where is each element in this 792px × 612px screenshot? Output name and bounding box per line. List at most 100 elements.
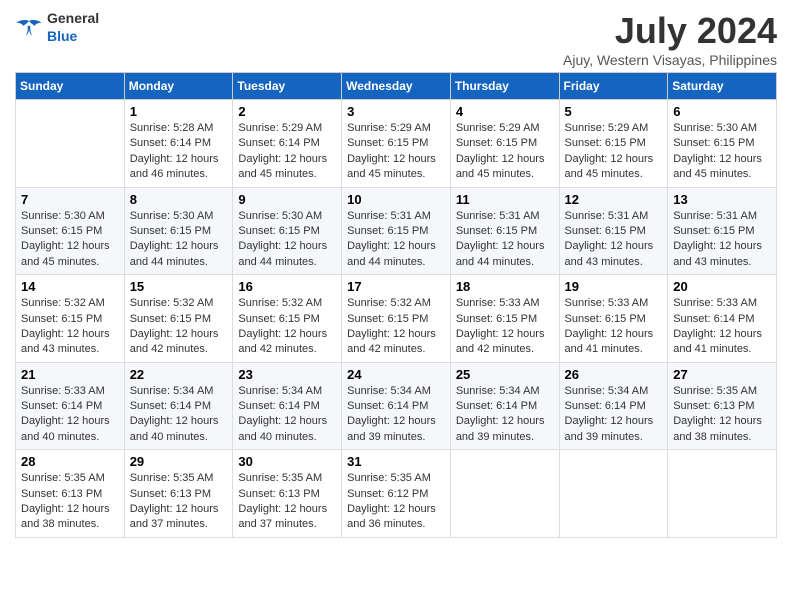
calendar-cell: 17Sunrise: 5:32 AM Sunset: 6:15 PM Dayli… [342, 275, 451, 363]
calendar-cell: 4Sunrise: 5:29 AM Sunset: 6:15 PM Daylig… [450, 100, 559, 188]
calendar-week-row: 7 Sunrise: 5:30 AM Sunset: 6:15 PM Daylig… [16, 187, 777, 275]
day-number: 19 [565, 279, 663, 294]
day-number: 31 [347, 454, 445, 469]
day-info: Sunrise: 5:34 AM Sunset: 6:14 PM Dayligh… [456, 384, 554, 446]
day-number: 16 [238, 279, 336, 294]
day-number: 30 [238, 454, 336, 469]
calendar-cell: 2 Sunrise: 5:29 AM Sunset: 6:14 PM Daylig… [233, 100, 342, 188]
calendar-cell: 22Sunrise: 5:34 AM Sunset: 6:14 PM Dayli… [124, 362, 233, 450]
calendar-cell: 29 Sunrise: 5:35 AM Sunset: 6:13 PM Dayli… [124, 450, 233, 538]
day-info: Sunrise: 5:30 AM Sunset: 6:15 PM Dayligh… [238, 209, 336, 271]
calendar-cell [668, 450, 777, 538]
day-info: Sunrise: 5:32 AM Sunset: 6:15 PM Dayligh… [21, 296, 119, 358]
calendar-header-row: SundayMondayTuesdayWednesdayThursdayFrid… [16, 73, 777, 100]
calendar-cell: 11 Sunrise: 5:31 AM Sunset: 6:15 PM Dayli… [450, 187, 559, 275]
calendar-cell: 23 Sunrise: 5:34 AM Sunset: 6:14 PM Dayli… [233, 362, 342, 450]
day-number: 26 [565, 367, 663, 382]
day-info: Sunrise: 5:31 AM Sunset: 6:15 PM Dayligh… [456, 209, 554, 271]
day-info: Sunrise: 5:32 AM Sunset: 6:15 PM Dayligh… [347, 296, 445, 358]
calendar-week-row: 1 Sunrise: 5:28 AM Sunset: 6:14 PM Daylig… [16, 100, 777, 188]
calendar-cell: 15Sunrise: 5:32 AM Sunset: 6:15 PM Dayli… [124, 275, 233, 363]
day-number: 22 [130, 367, 228, 382]
day-info: Sunrise: 5:33 AM Sunset: 6:15 PM Dayligh… [456, 296, 554, 358]
calendar-cell: 14 Sunrise: 5:32 AM Sunset: 6:15 PM Dayli… [16, 275, 125, 363]
day-number: 13 [673, 192, 771, 207]
day-info: Sunrise: 5:32 AM Sunset: 6:15 PM Dayligh… [238, 296, 336, 358]
day-number: 3 [347, 104, 445, 119]
day-number: 10 [347, 192, 445, 207]
header-day-saturday: Saturday [668, 73, 777, 100]
day-info: Sunrise: 5:34 AM Sunset: 6:14 PM Dayligh… [565, 384, 663, 446]
day-info: Sunrise: 5:28 AM Sunset: 6:14 PM Dayligh… [130, 121, 228, 183]
calendar-cell: 27 Sunrise: 5:35 AM Sunset: 6:13 PM Dayli… [668, 362, 777, 450]
calendar-cell: 21 Sunrise: 5:33 AM Sunset: 6:14 PM Dayli… [16, 362, 125, 450]
page-subtitle: Ajuy, Western Visayas, Philippines [563, 52, 777, 68]
day-info: Sunrise: 5:29 AM Sunset: 6:15 PM Dayligh… [347, 121, 445, 183]
day-info: Sunrise: 5:30 AM Sunset: 6:15 PM Dayligh… [673, 121, 771, 183]
page-header: General Blue July 2024 Ajuy, Western Vis… [15, 10, 777, 68]
day-number: 18 [456, 279, 554, 294]
calendar-cell: 9 Sunrise: 5:30 AM Sunset: 6:15 PM Daylig… [233, 187, 342, 275]
calendar-cell: 28 Sunrise: 5:35 AM Sunset: 6:13 PM Dayli… [16, 450, 125, 538]
day-info: Sunrise: 5:30 AM Sunset: 6:15 PM Dayligh… [21, 209, 119, 271]
calendar-cell: 24 Sunrise: 5:34 AM Sunset: 6:14 PM Dayli… [342, 362, 451, 450]
day-info: Sunrise: 5:33 AM Sunset: 6:15 PM Dayligh… [565, 296, 663, 358]
day-number: 24 [347, 367, 445, 382]
calendar-body: 1 Sunrise: 5:28 AM Sunset: 6:14 PM Daylig… [16, 100, 777, 538]
day-number: 9 [238, 192, 336, 207]
calendar-cell [450, 450, 559, 538]
day-number: 29 [130, 454, 228, 469]
calendar-cell: 12Sunrise: 5:31 AM Sunset: 6:15 PM Dayli… [559, 187, 668, 275]
header-day-monday: Monday [124, 73, 233, 100]
calendar-cell: 18 Sunrise: 5:33 AM Sunset: 6:15 PM Dayli… [450, 275, 559, 363]
page-title: July 2024 [563, 10, 777, 52]
calendar-cell: 10 Sunrise: 5:31 AM Sunset: 6:15 PM Dayli… [342, 187, 451, 275]
day-number: 25 [456, 367, 554, 382]
calendar-week-row: 21 Sunrise: 5:33 AM Sunset: 6:14 PM Dayli… [16, 362, 777, 450]
calendar-table: SundayMondayTuesdayWednesdayThursdayFrid… [15, 72, 777, 538]
day-info: Sunrise: 5:33 AM Sunset: 6:14 PM Dayligh… [21, 384, 119, 446]
calendar-week-row: 14 Sunrise: 5:32 AM Sunset: 6:15 PM Dayli… [16, 275, 777, 363]
calendar-cell: 19 Sunrise: 5:33 AM Sunset: 6:15 PM Dayli… [559, 275, 668, 363]
day-number: 2 [238, 104, 336, 119]
day-number: 1 [130, 104, 228, 119]
calendar-cell: 26 Sunrise: 5:34 AM Sunset: 6:14 PM Dayli… [559, 362, 668, 450]
header-day-sunday: Sunday [16, 73, 125, 100]
header-day-friday: Friday [559, 73, 668, 100]
day-info: Sunrise: 5:29 AM Sunset: 6:15 PM Dayligh… [565, 121, 663, 183]
day-info: Sunrise: 5:31 AM Sunset: 6:15 PM Dayligh… [347, 209, 445, 271]
day-info: Sunrise: 5:33 AM Sunset: 6:14 PM Dayligh… [673, 296, 771, 358]
day-number: 8 [130, 192, 228, 207]
day-number: 12 [565, 192, 663, 207]
day-info: Sunrise: 5:35 AM Sunset: 6:13 PM Dayligh… [673, 384, 771, 446]
calendar-cell: 1 Sunrise: 5:28 AM Sunset: 6:14 PM Daylig… [124, 100, 233, 188]
calendar-cell: 20 Sunrise: 5:33 AM Sunset: 6:14 PM Dayli… [668, 275, 777, 363]
day-number: 4 [456, 104, 554, 119]
calendar-cell [16, 100, 125, 188]
day-info: Sunrise: 5:29 AM Sunset: 6:14 PM Dayligh… [238, 121, 336, 183]
day-info: Sunrise: 5:34 AM Sunset: 6:14 PM Dayligh… [238, 384, 336, 446]
calendar-cell: 6 Sunrise: 5:30 AM Sunset: 6:15 PM Daylig… [668, 100, 777, 188]
calendar-cell: 16 Sunrise: 5:32 AM Sunset: 6:15 PM Dayli… [233, 275, 342, 363]
day-number: 6 [673, 104, 771, 119]
day-info: Sunrise: 5:35 AM Sunset: 6:13 PM Dayligh… [130, 471, 228, 533]
day-number: 21 [21, 367, 119, 382]
day-info: Sunrise: 5:34 AM Sunset: 6:14 PM Dayligh… [347, 384, 445, 446]
day-info: Sunrise: 5:35 AM Sunset: 6:13 PM Dayligh… [21, 471, 119, 533]
calendar-cell: 8Sunrise: 5:30 AM Sunset: 6:15 PM Daylig… [124, 187, 233, 275]
day-info: Sunrise: 5:32 AM Sunset: 6:15 PM Dayligh… [130, 296, 228, 358]
day-number: 14 [21, 279, 119, 294]
day-number: 28 [21, 454, 119, 469]
day-number: 7 [21, 192, 119, 207]
day-number: 20 [673, 279, 771, 294]
day-number: 23 [238, 367, 336, 382]
day-number: 11 [456, 192, 554, 207]
calendar-week-row: 28 Sunrise: 5:35 AM Sunset: 6:13 PM Dayli… [16, 450, 777, 538]
day-info: Sunrise: 5:35 AM Sunset: 6:12 PM Dayligh… [347, 471, 445, 533]
day-info: Sunrise: 5:35 AM Sunset: 6:13 PM Dayligh… [238, 471, 336, 533]
logo-icon [15, 17, 43, 39]
day-number: 27 [673, 367, 771, 382]
calendar-cell: 7 Sunrise: 5:30 AM Sunset: 6:15 PM Daylig… [16, 187, 125, 275]
calendar-cell: 13Sunrise: 5:31 AM Sunset: 6:15 PM Dayli… [668, 187, 777, 275]
calendar-cell: 31 Sunrise: 5:35 AM Sunset: 6:12 PM Dayli… [342, 450, 451, 538]
